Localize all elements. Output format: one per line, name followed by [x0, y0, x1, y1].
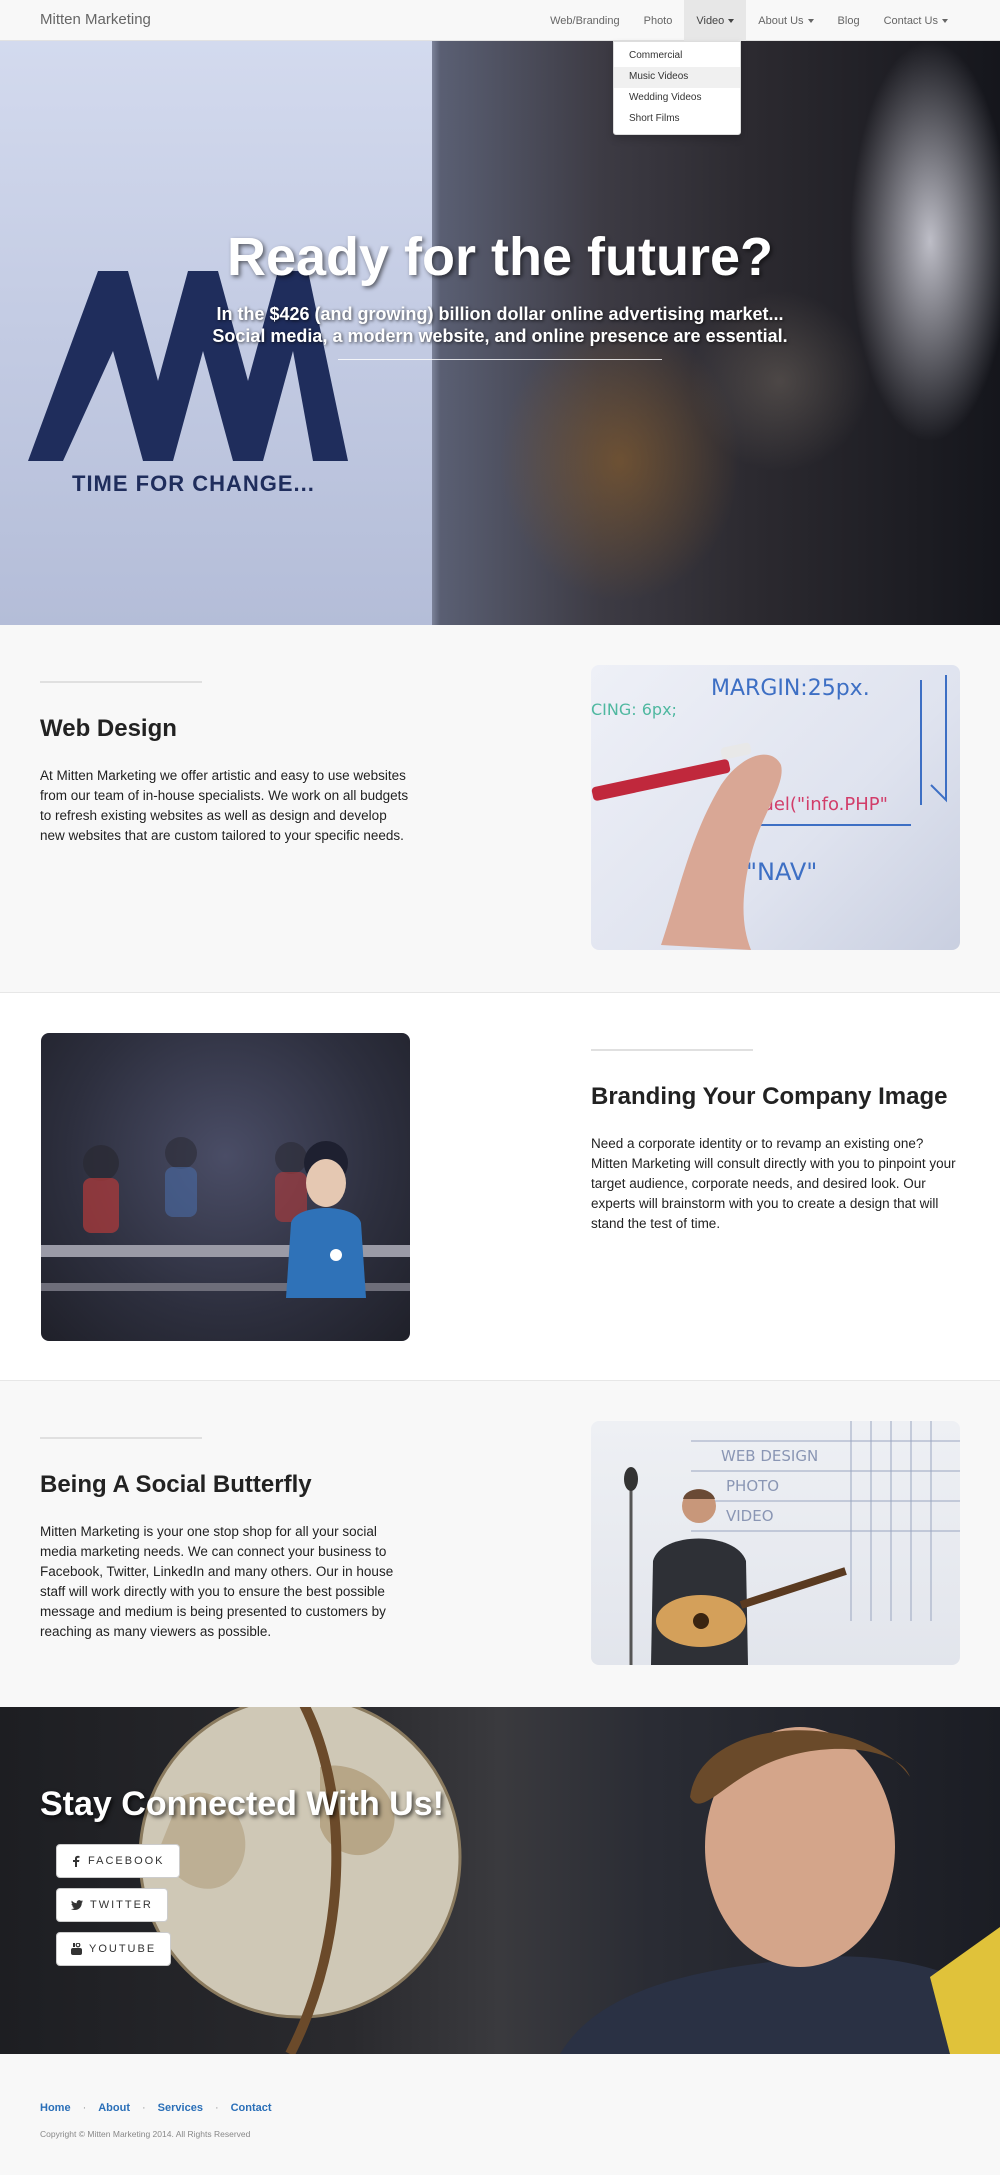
youtube-button[interactable]: YOUTUBE	[56, 1932, 172, 1966]
hero-subtitle: In the $426 (and growing) billion dollar…	[0, 303, 1000, 347]
nav-item-web-branding[interactable]: Web/Branding	[538, 0, 632, 41]
video-dropdown-menu: Commercial Music Videos Wedding Videos S…	[613, 41, 741, 135]
footer-link-home[interactable]: Home	[40, 2102, 71, 2114]
nav-item-photo[interactable]: Photo	[632, 0, 685, 41]
connect-background-image	[138, 1707, 1000, 2054]
dropdown-item-commercial[interactable]: Commercial	[614, 46, 740, 67]
footer-link-about[interactable]: About	[98, 2102, 130, 2114]
svg-text:MARGIN:25px.: MARGIN:25px.	[711, 676, 870, 701]
section-text: Mitten Marketing is your one stop shop f…	[40, 1524, 394, 1639]
hero-banner: TIME FOR CHANGE... Ready for the future?…	[0, 41, 1000, 625]
nav-label: Video	[696, 14, 725, 27]
twitter-icon	[71, 1900, 83, 1910]
section-divider	[40, 681, 202, 683]
nav-label: Blog	[837, 14, 860, 27]
facebook-icon	[73, 1855, 80, 1867]
connect-banner: Stay Connected With Us! FACEBOOK TWITTER…	[0, 1707, 1000, 2054]
facebook-label: FACEBOOK	[88, 1855, 165, 1867]
caret-down-icon	[942, 18, 948, 23]
nav-label: About Us	[758, 14, 804, 27]
nav-item-video[interactable]: Video	[684, 0, 747, 41]
section-text: Need a corporate identity or to revamp a…	[591, 1136, 956, 1231]
footer-link-contact[interactable]: Contact	[231, 2102, 272, 2114]
section-heading: Being A Social Butterfly	[40, 1471, 312, 1498]
section-web-design: Web Design At Mitten Marketing we offer …	[0, 625, 1000, 993]
youtube-icon	[71, 1943, 82, 1955]
hero-subtitle-line1: In the $426 (and growing) billion dollar…	[216, 304, 784, 324]
navbar: Mitten Marketing Web/Branding Photo Vide…	[0, 0, 1000, 41]
hero-title: Ready for the future?	[226, 227, 774, 287]
section-text: At Mitten Marketing we offer artistic an…	[40, 768, 409, 843]
foosball-figures	[41, 1137, 410, 1298]
dropdown-item-wedding-videos[interactable]: Wedding Videos	[614, 88, 740, 109]
svg-text:PHOTO: PHOTO	[726, 1477, 779, 1495]
footer: Home · About · Services · Contact Copyri…	[0, 2054, 1000, 2175]
mm-logo-image	[28, 271, 348, 461]
caret-down-icon	[728, 18, 735, 23]
section-heading: Web Design	[40, 715, 177, 742]
svg-text:VIDEO: VIDEO	[726, 1507, 774, 1525]
section-divider	[591, 1049, 753, 1051]
guitarist-scene: WEB DESIGN PHOTO VIDEO	[624, 1421, 960, 1665]
footer-separator: ·	[214, 2102, 219, 2114]
brand-link[interactable]: Mitten Marketing	[40, 11, 151, 28]
section-divider	[40, 1437, 202, 1439]
youtube-label: YOUTUBE	[89, 1943, 157, 1955]
dropdown-item-music-videos[interactable]: Music Videos	[614, 67, 740, 88]
nav-label: Contact Us	[883, 14, 938, 27]
facebook-button[interactable]: FACEBOOK	[56, 1844, 180, 1878]
nav-menu: Web/Branding Photo Video About Us Blog C…	[538, 0, 960, 41]
foosball-image	[41, 1033, 410, 1341]
svg-text:"NAV": "NAV"	[746, 858, 817, 886]
footer-separator: ·	[142, 2102, 146, 2114]
footer-links: Home · About · Services · Contact	[40, 2102, 272, 2114]
nav-label: Photo	[643, 14, 673, 27]
svg-text:CING: 6px;: CING: 6px;	[591, 700, 677, 719]
guitarist-image: WEB DESIGN PHOTO VIDEO	[591, 1421, 960, 1665]
connect-title: Stay Connected With Us!	[40, 1785, 444, 1823]
section-heading: Branding Your Company Image	[591, 1083, 948, 1110]
caret-down-icon	[807, 18, 814, 23]
section-social: Being A Social Butterfly Mitten Marketin…	[0, 1381, 1000, 1707]
whiteboard-drawing: MARGIN:25px. CING: 6px; udel("info.PHP" …	[591, 675, 947, 950]
dropdown-item-short-films[interactable]: Short Films	[614, 109, 740, 130]
whiteboard-image: MARGIN:25px. CING: 6px; udel("info.PHP" …	[591, 665, 960, 950]
copyright-text: Copyright © Mitten Marketing 2014. All R…	[40, 2129, 251, 2139]
nav-item-blog[interactable]: Blog	[826, 0, 872, 41]
svg-text:WEB DESIGN: WEB DESIGN	[721, 1447, 818, 1465]
nav-label: Web/Branding	[550, 14, 620, 27]
twitter-button[interactable]: TWITTER	[56, 1888, 168, 1922]
section-branding: Branding Your Company Image Need a corpo…	[0, 993, 1000, 1381]
twitter-label: TWITTER	[90, 1899, 153, 1911]
hero-image-tagline: TIME FOR CHANGE...	[72, 471, 315, 496]
footer-separator: ·	[82, 2102, 87, 2114]
hero-divider	[338, 359, 662, 360]
nav-item-about-us[interactable]: About Us	[746, 0, 825, 41]
footer-link-services[interactable]: Services	[158, 2102, 203, 2114]
nav-item-contact-us[interactable]: Contact Us	[872, 0, 960, 41]
hero-subtitle-line2: Social media, a modern website, and onli…	[212, 326, 788, 346]
